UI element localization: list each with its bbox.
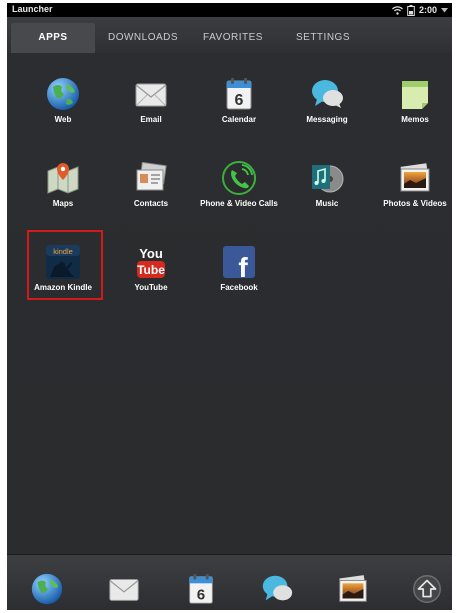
chat-bubble-icon (312, 80, 343, 108)
wifi-icon (392, 5, 403, 15)
quick-launch-dock: 6 (7, 554, 452, 610)
app-grid: Web Email 6 Calendar Messaging Memos Map… (7, 53, 452, 543)
tab-apps[interactable]: APPS (11, 23, 95, 53)
app-label: Facebook (220, 283, 258, 292)
app-contacts[interactable]: Contacts (107, 137, 195, 215)
app-label: Messaging (306, 115, 348, 124)
launcher-screen: Launcher 2:00 APPS DOWNLOADS FAVORITES S… (7, 3, 452, 610)
calendar-icon: 6 (226, 78, 252, 110)
kindle-highlight-box (27, 230, 103, 300)
svg-text:6: 6 (197, 586, 205, 603)
app-label: Email (140, 115, 162, 124)
app-web[interactable]: Web (19, 53, 107, 131)
app-photos-videos[interactable]: Photos & Videos (371, 137, 452, 215)
clock-time: 2:00 (418, 5, 437, 15)
app-email[interactable]: Email (107, 53, 195, 131)
svg-text:You: You (139, 246, 163, 261)
music-note-icon (312, 165, 344, 193)
status-bar: Launcher 2:00 (7, 3, 452, 17)
app-youtube[interactable]: You Tube YouTube (107, 221, 195, 299)
battery-icon (407, 4, 415, 16)
facebook-icon: f (223, 246, 255, 281)
photo-stack-icon (400, 163, 430, 192)
app-label: Music (315, 199, 339, 208)
launcher-tab-bar: APPS DOWNLOADS FAVORITES SETTINGS (7, 17, 452, 54)
app-memos[interactable]: Memos (371, 53, 452, 131)
map-pin-icon (47, 163, 79, 194)
app-label: Web (54, 115, 72, 124)
app-music[interactable]: Music (283, 137, 371, 215)
app-label: Contacts (133, 199, 169, 208)
phone-icon (222, 161, 256, 195)
globe-icon[interactable] (29, 571, 65, 607)
app-label: Calendar (221, 115, 257, 124)
app-label: Maps (52, 199, 74, 208)
app-phone-video[interactable]: Phone & Video Calls (195, 137, 283, 215)
app-maps[interactable]: Maps (19, 137, 107, 215)
tab-downloads[interactable]: DOWNLOADS (97, 23, 189, 53)
svg-text:f: f (238, 252, 248, 281)
dropdown-arrow-icon[interactable] (441, 7, 448, 13)
launcher-up-arrow-icon[interactable] (409, 571, 445, 607)
app-messaging[interactable]: Messaging (283, 53, 371, 131)
calendar-icon[interactable]: 6 (183, 571, 219, 607)
app-label: Phone & Video Calls (200, 199, 278, 208)
app-label: YouTube (134, 283, 168, 292)
tab-favorites[interactable]: FAVORITES (189, 23, 277, 53)
envelope-icon (135, 83, 167, 107)
app-facebook[interactable]: f Facebook (195, 221, 283, 299)
app-label: Photos & Videos (383, 199, 447, 208)
photo-stack-icon[interactable] (335, 571, 371, 607)
youtube-icon: You Tube (137, 246, 165, 278)
globe-icon (47, 78, 79, 110)
app-calendar[interactable]: 6 Calendar (195, 53, 283, 131)
status-bar-title[interactable]: Launcher (12, 4, 53, 14)
contact-cards-icon (136, 161, 167, 191)
svg-text:6: 6 (235, 92, 244, 109)
memo-icon (402, 81, 428, 109)
envelope-icon[interactable] (106, 571, 142, 607)
tab-settings[interactable]: SETTINGS (277, 23, 369, 53)
app-label: Memos (401, 115, 429, 124)
svg-text:Tube: Tube (137, 263, 165, 277)
chat-bubble-icon[interactable] (259, 571, 295, 607)
